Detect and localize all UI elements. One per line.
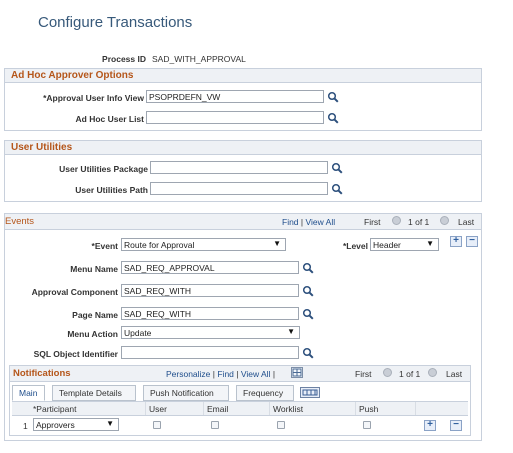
tab-main[interactable]: Main: [12, 385, 45, 401]
process-id-value: SAD_WITH_APPROVAL: [152, 54, 246, 64]
delete-row-button[interactable]: −: [450, 420, 462, 431]
notifications-first: First: [355, 369, 372, 379]
events-view-all-link[interactable]: View All: [305, 217, 335, 227]
utilities-package-input[interactable]: [150, 161, 328, 174]
adhoc-section-header: Ad Hoc Approver Options: [5, 69, 481, 83]
dropdown-arrow-icon: ▼: [106, 419, 114, 428]
approval-component-label: Approval Component: [31, 287, 118, 297]
notifications-find-link[interactable]: Find: [217, 369, 234, 379]
notifications-header: Notifications: [13, 368, 71, 379]
circle-left-icon[interactable]: [383, 368, 392, 377]
utilities-path-label: User Utilities Path: [75, 185, 148, 195]
page-name-label: Page Name: [72, 310, 118, 320]
events-last: Last: [458, 217, 475, 227]
tab-template-details[interactable]: Template Details: [52, 385, 136, 401]
magnifier-icon[interactable]: [302, 285, 314, 297]
menu-name-input[interactable]: SAD_REQ_APPROVAL: [121, 261, 299, 274]
menu-action-select[interactable]: Update ▼: [121, 326, 300, 339]
grid-icon[interactable]: [291, 367, 303, 378]
event-select[interactable]: Route for Approval ▼: [121, 238, 286, 251]
events-nav: Find | View All: [282, 217, 336, 227]
level-select-value: Header: [373, 240, 401, 250]
level-select[interactable]: Header ▼: [370, 238, 439, 251]
utilities-section-header: User Utilities: [5, 141, 481, 155]
magnifier-icon[interactable]: [327, 112, 339, 124]
menu-name-label: Menu Name: [70, 264, 118, 274]
push-checkbox[interactable]: [363, 421, 371, 429]
events-header: Events: [5, 216, 35, 227]
page-name-input[interactable]: SAD_REQ_WITH: [121, 307, 299, 320]
notifications-range: 1 of 1: [399, 369, 421, 379]
add-row-button[interactable]: +: [450, 236, 462, 247]
dropdown-arrow-icon: ▼: [287, 327, 295, 336]
notifications-nav: Personalize | Find | View All |: [166, 369, 276, 379]
user-info-view-input[interactable]: PSOPRDEFN_VW: [146, 90, 324, 103]
participant-select[interactable]: Approvers ▼: [33, 418, 119, 431]
email-checkbox[interactable]: [211, 421, 219, 429]
tab-frequency[interactable]: Frequency: [236, 385, 294, 401]
magnifier-icon[interactable]: [331, 162, 343, 174]
events-find-link[interactable]: Find: [282, 217, 299, 227]
magnifier-icon[interactable]: [302, 308, 314, 320]
page-title: Configure Transactions: [38, 14, 193, 31]
notifications-last: Last: [446, 369, 463, 379]
column-participant: *Participant: [30, 402, 146, 415]
sql-object-label: SQL Object Identifier: [33, 349, 118, 359]
delete-row-button[interactable]: −: [466, 236, 478, 247]
user-info-view-label: *Approval User Info View: [43, 93, 144, 103]
magnifier-icon[interactable]: [327, 91, 339, 103]
personalize-link[interactable]: Personalize: [166, 369, 210, 379]
magnifier-icon[interactable]: [331, 183, 343, 195]
event-select-value: Route for Approval: [124, 240, 195, 250]
add-row-button[interactable]: +: [424, 420, 436, 431]
utilities-package-label: User Utilities Package: [59, 164, 148, 174]
magnifier-icon[interactable]: [302, 262, 314, 274]
magnifier-icon[interactable]: [302, 347, 314, 359]
notifications-view-all-link[interactable]: View All: [241, 369, 271, 379]
show-all-columns-icon[interactable]: [300, 387, 320, 398]
events-range: 1 of 1: [408, 217, 430, 227]
column-user: User: [146, 402, 204, 415]
user-checkbox[interactable]: [153, 421, 161, 429]
tab-push-notification[interactable]: Push Notification: [143, 385, 229, 401]
menu-action-label: Menu Action: [67, 329, 118, 339]
column-email: Email: [204, 402, 270, 415]
dropdown-arrow-icon: ▼: [426, 239, 434, 248]
dropdown-arrow-icon: ▼: [273, 239, 281, 248]
participant-select-value: Approvers: [36, 420, 75, 430]
worklist-checkbox[interactable]: [277, 421, 285, 429]
events-first: First: [364, 217, 381, 227]
sql-object-input[interactable]: [121, 346, 299, 359]
column-worklist: Worklist: [270, 402, 356, 415]
process-id-label: Process ID: [102, 54, 146, 64]
user-list-input[interactable]: [146, 111, 324, 124]
event-label: *Event: [91, 241, 118, 251]
row-number: 1: [23, 421, 28, 431]
approval-component-input[interactable]: SAD_REQ_WITH: [121, 284, 299, 297]
circle-right-icon[interactable]: [440, 216, 449, 225]
user-list-label: Ad Hoc User List: [75, 114, 145, 124]
circle-right-icon[interactable]: [428, 368, 437, 377]
circle-left-icon[interactable]: [392, 216, 401, 225]
menu-action-select-value: Update: [124, 328, 152, 338]
utilities-path-input[interactable]: [150, 182, 328, 195]
level-label: *Level: [342, 241, 368, 251]
column-push: Push: [356, 402, 416, 415]
